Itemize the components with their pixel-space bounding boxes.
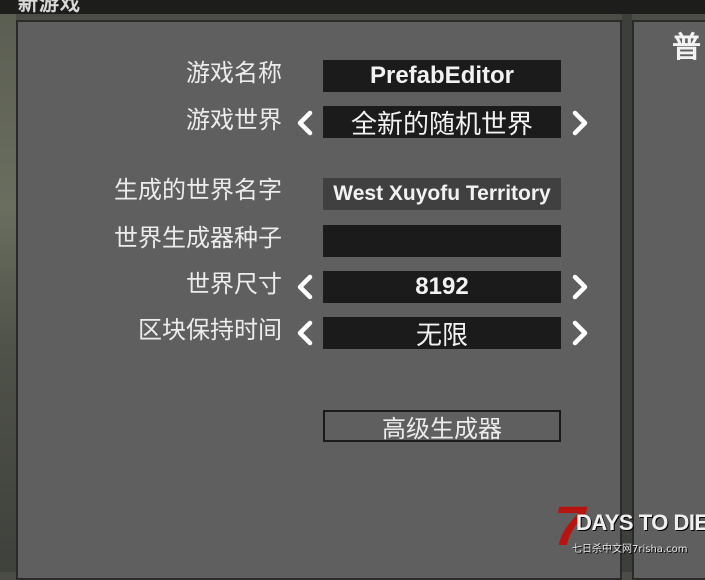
world-size-next-button[interactable] <box>569 271 591 303</box>
chunk-retention-field[interactable]: 无限 <box>323 317 561 349</box>
world-size-field[interactable]: 8192 <box>323 271 561 303</box>
side-panel-title: 普 <box>672 30 702 64</box>
chevron-right-icon <box>572 320 588 346</box>
game-world-field[interactable]: 全新的随机世界 <box>323 106 561 138</box>
side-panel: 普 <box>632 20 705 580</box>
chevron-right-icon <box>572 274 588 300</box>
chevron-left-icon <box>297 320 313 346</box>
background-strip <box>0 14 16 572</box>
world-seed-label: 世界生成器种子 <box>114 224 282 252</box>
advanced-generator-button[interactable]: 高级生成器 <box>323 410 561 443</box>
logo-text: DAYS TO DIE <box>576 510 705 535</box>
game-logo-watermark: 7 DAYS TO DIE 七日杀中文网7risha.com <box>552 498 705 560</box>
world-size-label: 世界尺寸 <box>186 270 282 298</box>
chevron-right-icon <box>572 110 588 136</box>
game-world-next-button[interactable] <box>569 107 591 139</box>
chunk-retention-next-button[interactable] <box>569 317 591 349</box>
game-name-label: 游戏名称 <box>186 59 282 87</box>
game-world-label: 游戏世界 <box>186 106 282 134</box>
top-bar: 新游戏 <box>0 0 705 14</box>
generated-world-name-field: West Xuyofu Territory <box>323 178 561 210</box>
chevron-left-icon <box>297 110 313 136</box>
chunk-retention-label: 区块保持时间 <box>138 316 282 344</box>
game-name-field[interactable]: PrefabEditor <box>323 60 561 92</box>
panel-divider <box>622 14 632 572</box>
world-seed-input[interactable] <box>323 225 561 257</box>
chevron-left-icon <box>297 274 313 300</box>
chunk-retention-prev-button[interactable] <box>294 317 316 349</box>
world-size-prev-button[interactable] <box>294 271 316 303</box>
generated-world-name-label: 生成的世界名字 <box>114 176 282 204</box>
game-world-prev-button[interactable] <box>294 107 316 139</box>
window-title: 新游戏 <box>18 0 81 14</box>
watermark-site-text: 七日杀中文网7risha.com <box>572 544 688 555</box>
